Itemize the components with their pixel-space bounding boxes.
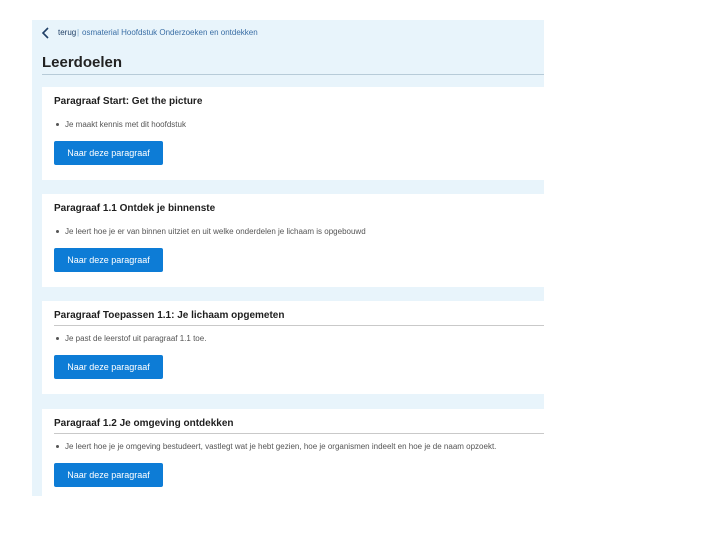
- go-to-paragraph-button[interactable]: Naar deze paragraaf: [54, 248, 163, 272]
- app-frame: terug | osmaterial Hoofdstuk Onderzoeken…: [32, 20, 544, 496]
- go-to-paragraph-button[interactable]: Naar deze paragraaf: [54, 355, 163, 379]
- learning-goal-text: Je leert hoe je je omgeving bestudeert, …: [65, 442, 497, 451]
- go-to-paragraph-button[interactable]: Naar deze paragraaf: [54, 463, 163, 487]
- learning-goal-item: Je maakt kennis met dit hoofdstuk: [56, 120, 186, 129]
- paragraph-card-toepassen-1-1: Paragraaf Toepassen 1.1: Je lichaam opge…: [42, 301, 544, 394]
- bullet-icon: [56, 445, 59, 449]
- bullet-icon: [56, 123, 59, 127]
- card-title: Paragraaf 1.2 Je omgeving ontdekken: [54, 418, 234, 429]
- go-to-paragraph-button[interactable]: Naar deze paragraaf: [54, 141, 163, 165]
- chevron-left-icon[interactable]: [41, 26, 51, 39]
- bullet-icon: [56, 230, 59, 234]
- learning-goal-item: Je past de leerstof uit paragraaf 1.1 to…: [56, 334, 206, 343]
- learning-goal-item: Je leert hoe je er van binnen uitziet en…: [56, 227, 366, 236]
- bullet-icon: [56, 337, 59, 341]
- divider: [54, 433, 544, 434]
- paragraph-card-start: Paragraaf Start: Get the picture Je maak…: [42, 87, 544, 180]
- card-title: Paragraaf 1.1 Ontdek je binnenste: [54, 203, 216, 214]
- breadcrumb-separator: |: [77, 28, 80, 37]
- breadcrumb[interactable]: osmaterial Hoofdstuk Onderzoeken en ontd…: [82, 28, 258, 37]
- divider: [42, 74, 544, 75]
- top-bar: terug | osmaterial Hoofdstuk Onderzoeken…: [32, 20, 544, 44]
- card-title: Paragraaf Start: Get the picture: [54, 96, 203, 107]
- learning-goal-text: Je maakt kennis met dit hoofdstuk: [65, 120, 186, 129]
- paragraph-card-1-2: Paragraaf 1.2 Je omgeving ontdekken Je l…: [42, 409, 544, 496]
- learning-goal-item: Je leert hoe je je omgeving bestudeert, …: [56, 442, 496, 451]
- page-title: Leerdoelen: [42, 54, 123, 71]
- card-title: Paragraaf Toepassen 1.1: Je lichaam opge…: [54, 310, 285, 321]
- paragraph-card-1-1: Paragraaf 1.1 Ontdek je binnenste Je lee…: [42, 194, 544, 287]
- back-link[interactable]: terug: [58, 28, 76, 37]
- learning-goal-text: Je past de leerstof uit paragraaf 1.1 to…: [65, 334, 207, 343]
- learning-goal-text: Je leert hoe je er van binnen uitziet en…: [65, 227, 366, 236]
- divider: [54, 325, 544, 326]
